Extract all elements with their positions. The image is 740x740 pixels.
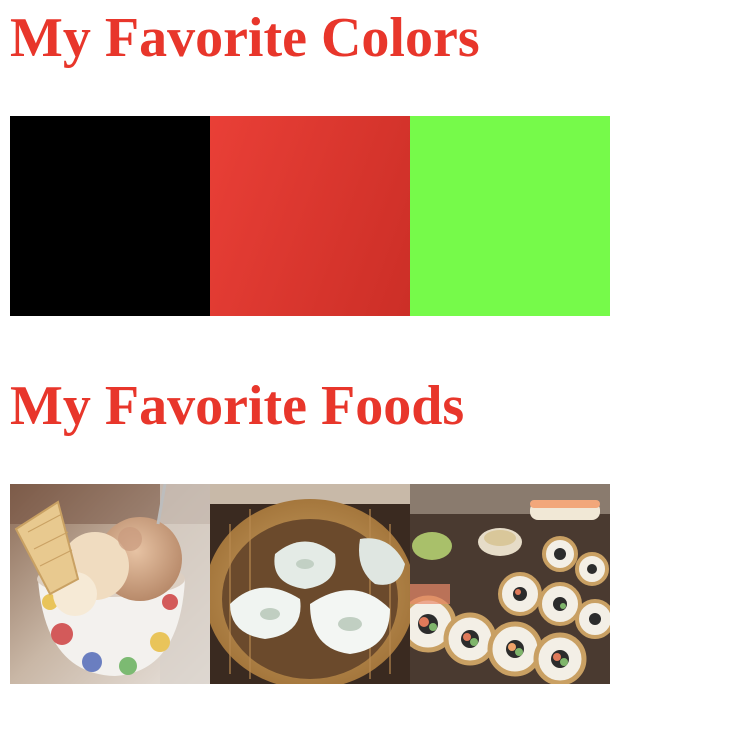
colors-row bbox=[10, 116, 610, 316]
ice-cream-image bbox=[10, 484, 210, 684]
food-image-dumplings bbox=[210, 484, 410, 684]
foods-heading: My Favorite Foods bbox=[10, 375, 465, 437]
color-swatch-green bbox=[410, 116, 610, 316]
colors-heading: My Favorite Colors bbox=[10, 7, 480, 69]
color-swatch-black bbox=[10, 116, 210, 316]
dumplings-image bbox=[210, 484, 410, 684]
food-image-ice-cream bbox=[10, 484, 210, 684]
color-swatch-red bbox=[210, 116, 410, 316]
foods-row bbox=[10, 484, 610, 684]
food-image-sushi bbox=[410, 484, 610, 684]
sushi-image bbox=[410, 484, 610, 684]
